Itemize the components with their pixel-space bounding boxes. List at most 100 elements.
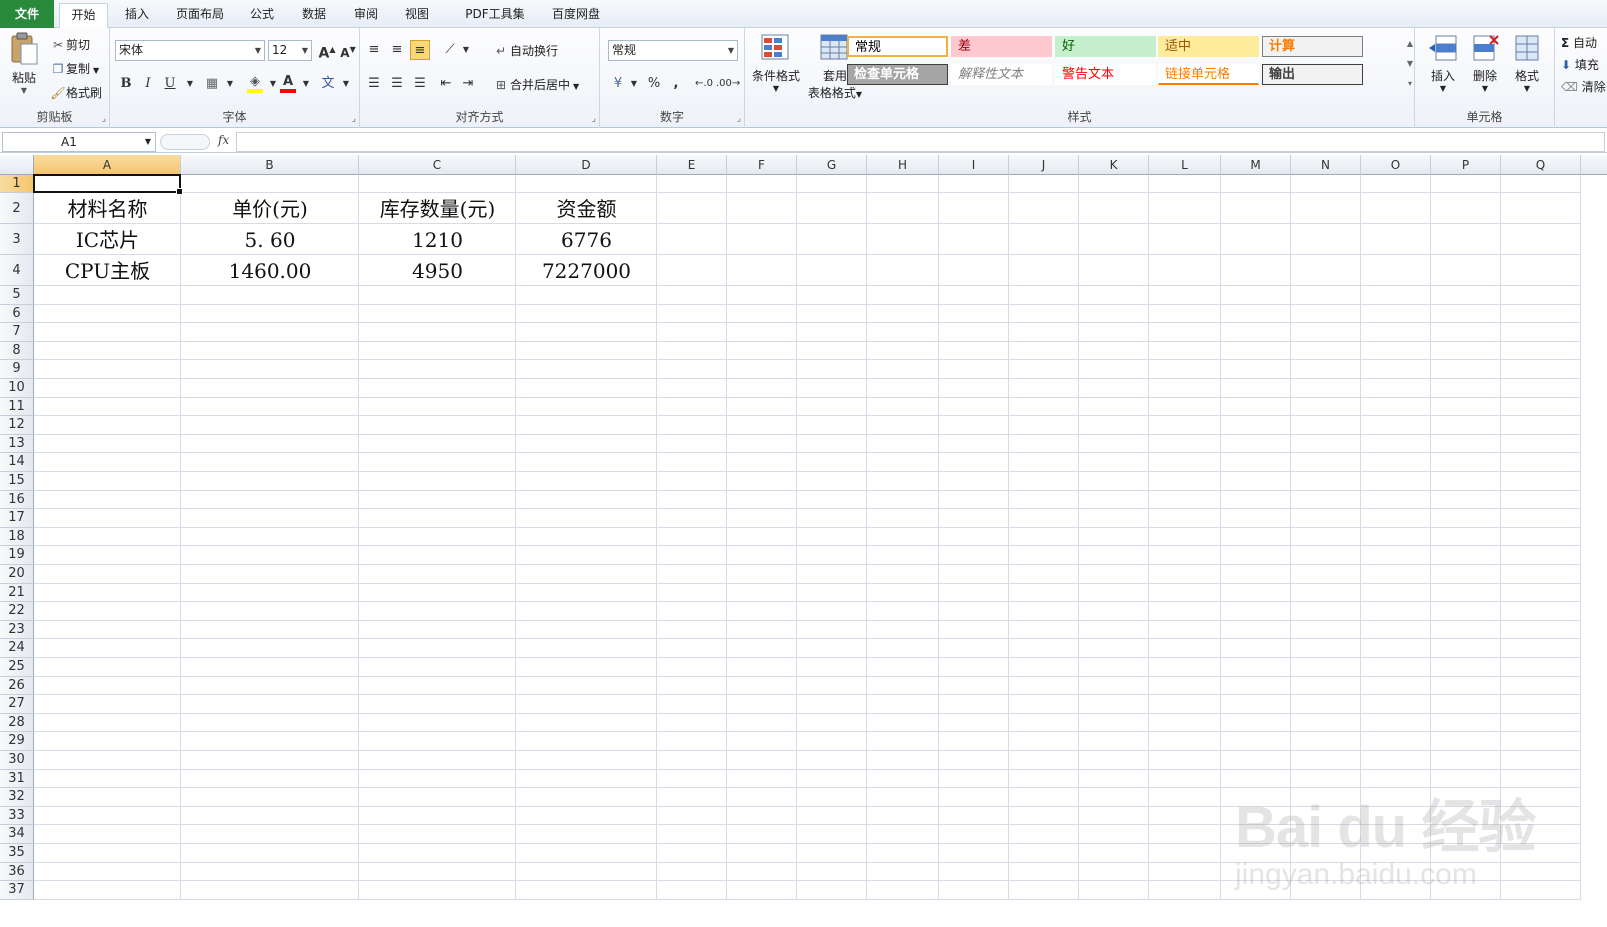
- row-header-26[interactable]: 26: [0, 676, 34, 696]
- column-header-f[interactable]: F: [727, 155, 797, 175]
- row-header-17[interactable]: 17: [0, 509, 34, 528]
- cell-b4[interactable]: 1460.00: [181, 255, 359, 286]
- format-painter-button[interactable]: 🖌格式刷: [50, 84, 102, 101]
- tab-data[interactable]: 数据: [292, 3, 336, 28]
- merge-dropdown-icon[interactable]: ▼: [573, 82, 579, 91]
- row-header-5[interactable]: 5: [0, 286, 34, 305]
- grow-font-button[interactable]: A▲: [317, 40, 337, 62]
- border-icon[interactable]: ▦: [202, 74, 222, 94]
- row-header-28[interactable]: 28: [0, 713, 34, 733]
- align-left-icon[interactable]: ☰: [364, 74, 384, 94]
- align-middle-icon[interactable]: ≡: [387, 40, 407, 60]
- conditional-format-button[interactable]: 条件格式 ▼: [749, 32, 803, 93]
- row-header-19[interactable]: 19: [0, 546, 34, 565]
- row-header-35[interactable]: 35: [0, 844, 34, 863]
- paste-button[interactable]: 粘贴 ▼: [4, 32, 44, 95]
- row-header-31[interactable]: 31: [0, 769, 34, 789]
- formula-expand-handle[interactable]: [160, 134, 210, 150]
- cell-c2[interactable]: 库存数量(元): [359, 193, 516, 224]
- row-header-22[interactable]: 22: [0, 602, 34, 621]
- file-tab[interactable]: 文件: [0, 0, 54, 28]
- fill-button[interactable]: ⬇ 填充: [1561, 56, 1599, 73]
- cell-d3[interactable]: 6776: [516, 224, 657, 255]
- row-header-32[interactable]: 32: [0, 788, 34, 807]
- name-box[interactable]: A1 ▼: [2, 132, 156, 152]
- cell-style-7[interactable]: 警告文本: [1055, 64, 1156, 85]
- column-header-g[interactable]: G: [797, 155, 867, 175]
- wrap-text-button[interactable]: ↵ 自动换行: [492, 42, 558, 59]
- row-header-15[interactable]: 15: [0, 472, 34, 491]
- column-header-q[interactable]: Q: [1501, 155, 1581, 175]
- cell-a3[interactable]: IC芯片: [34, 224, 181, 255]
- align-right-icon[interactable]: ☰: [410, 74, 430, 94]
- row-header-23[interactable]: 23: [0, 620, 34, 640]
- column-header-p[interactable]: P: [1431, 155, 1501, 175]
- row-header-34[interactable]: 34: [0, 825, 34, 844]
- column-header-a[interactable]: A: [34, 155, 181, 175]
- merge-center-button[interactable]: ⊞ 合并后居中 ▼: [492, 76, 579, 93]
- row-header-30[interactable]: 30: [0, 751, 34, 770]
- increase-decimal-icon[interactable]: ←.0: [694, 74, 714, 94]
- cell-c3[interactable]: 1210: [359, 224, 516, 255]
- comma-button[interactable]: ,: [666, 74, 686, 94]
- copy-dropdown-icon[interactable]: ▼: [93, 66, 99, 75]
- align-center-icon[interactable]: ☰: [387, 74, 407, 94]
- cell-style-8[interactable]: 链接单元格: [1158, 64, 1259, 85]
- formula-input[interactable]: [236, 132, 1605, 152]
- row-header-29[interactable]: 29: [0, 732, 34, 751]
- insert-function-icon[interactable]: fx: [218, 133, 229, 147]
- row-header-8[interactable]: 8: [0, 341, 34, 361]
- underline-button[interactable]: U: [160, 74, 180, 94]
- cell-d4[interactable]: 7227000: [516, 255, 657, 286]
- column-header-b[interactable]: B: [181, 155, 359, 175]
- row-header-2[interactable]: 2: [0, 193, 34, 224]
- align-top-icon[interactable]: ≡: [364, 40, 384, 60]
- cell-style-1[interactable]: 差: [951, 36, 1052, 57]
- column-header-k[interactable]: K: [1079, 155, 1149, 175]
- underline-dropdown-icon[interactable]: ▼: [180, 74, 200, 94]
- phonetic-button[interactable]: 文: [318, 74, 338, 94]
- row-header-7[interactable]: 7: [0, 323, 34, 342]
- italic-button[interactable]: I: [138, 74, 158, 94]
- row-header-37[interactable]: 37: [0, 881, 34, 900]
- font-size-select[interactable]: 12 ▼: [268, 40, 312, 61]
- row-header-3[interactable]: 3: [0, 224, 34, 255]
- tab-view[interactable]: 视图: [395, 3, 439, 28]
- row-header-36[interactable]: 36: [0, 862, 34, 882]
- cell-a2[interactable]: 材料名称: [34, 193, 181, 224]
- cell-b2[interactable]: 单价(元): [181, 193, 359, 224]
- column-header-e[interactable]: E: [657, 155, 727, 175]
- border-dropdown-icon[interactable]: ▼: [220, 74, 240, 94]
- phonetic-dropdown-icon[interactable]: ▼: [336, 74, 356, 94]
- row-header-14[interactable]: 14: [0, 453, 34, 472]
- active-cell-a1[interactable]: [33, 174, 183, 195]
- bold-button[interactable]: B: [116, 74, 136, 94]
- cell-style-3[interactable]: 适中: [1158, 36, 1259, 57]
- tab-review[interactable]: 审阅: [344, 3, 388, 28]
- row-header-16[interactable]: 16: [0, 490, 34, 510]
- paste-dropdown-icon[interactable]: ▼: [4, 86, 44, 95]
- row-header-25[interactable]: 25: [0, 658, 34, 677]
- alignment-launcher-icon[interactable]: ⌟: [592, 114, 596, 124]
- column-header-c[interactable]: C: [359, 155, 516, 175]
- row-header-21[interactable]: 21: [0, 583, 34, 603]
- select-all-corner[interactable]: [0, 155, 34, 175]
- row-header-9[interactable]: 9: [0, 360, 34, 379]
- cell-c4[interactable]: 4950: [359, 255, 516, 286]
- tab-insert[interactable]: 插入: [115, 3, 159, 28]
- cell-style-0[interactable]: 常规: [847, 36, 948, 57]
- row-header-12[interactable]: 12: [0, 416, 34, 435]
- autosum-button[interactable]: Σ 自动: [1561, 34, 1597, 51]
- increase-indent-icon[interactable]: ⇥: [458, 74, 478, 94]
- cell-style-6[interactable]: 解释性文本: [951, 64, 1052, 85]
- row-header-10[interactable]: 10: [0, 379, 34, 398]
- column-header-i[interactable]: I: [939, 155, 1009, 175]
- number-launcher-icon[interactable]: ⌟: [737, 114, 741, 124]
- font-color-button[interactable]: A: [278, 72, 298, 93]
- shrink-font-button[interactable]: A▼: [338, 40, 358, 60]
- column-header-j[interactable]: J: [1009, 155, 1079, 175]
- cell-a4[interactable]: CPU主板: [34, 255, 181, 286]
- decrease-decimal-icon[interactable]: .00→: [716, 74, 740, 94]
- number-format-select[interactable]: 常规 ▼: [608, 40, 738, 61]
- tab-page-layout[interactable]: 页面布局: [170, 3, 230, 28]
